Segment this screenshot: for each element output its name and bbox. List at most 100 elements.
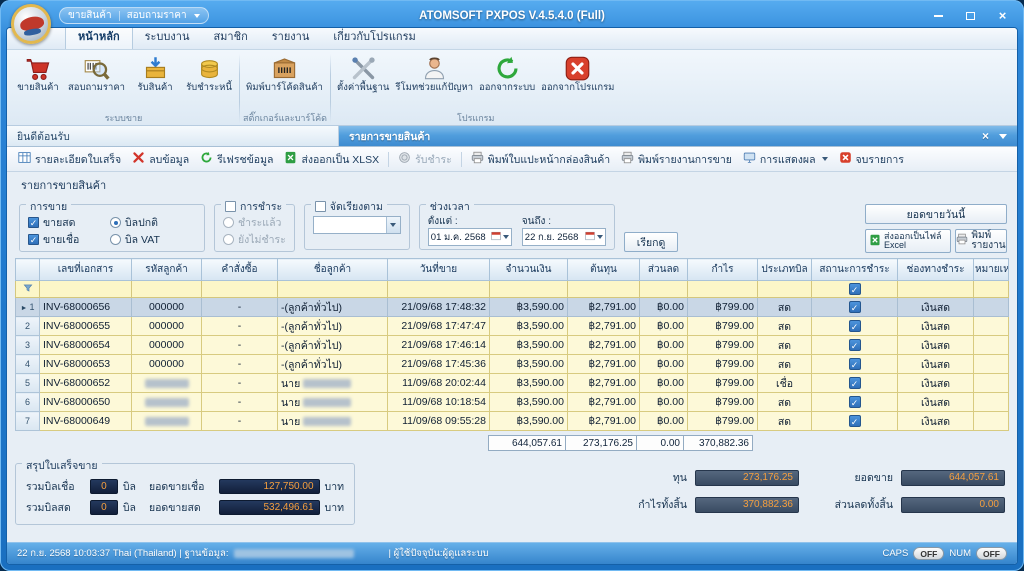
col-payment-channel[interactable]: ช่องทางชำระ [898,259,974,281]
table-row[interactable]: 5 INV-68000652 - นาย 11/09/68 20:02:44 ฿… [16,374,1009,393]
calendar-icon[interactable] [585,231,595,244]
quick-access-sell[interactable]: ขายสินค้า [68,8,112,23]
receive-payment-button[interactable]: รับชำระ [393,149,457,170]
tab-sales-list[interactable]: รายการขายสินค้า × [339,126,1017,146]
today-sales-button[interactable]: ยอดขายวันนี้ [865,204,1007,224]
paid-checkbox[interactable] [849,339,861,351]
tab-list-dropdown-icon[interactable] [999,134,1007,139]
row-indicator: 3 [16,336,40,355]
refresh-button[interactable]: รีเฟรชข้อมูล [195,149,278,170]
maximize-icon [966,12,975,20]
tab-close-icon[interactable]: × [976,129,995,143]
print-barcode-button[interactable]: พิมพ์บาร์โค้ดสินค้า [243,53,326,95]
print-box-label-button[interactable]: พิมพ์ใบแปะหน้ากล่องสินค้า [466,149,615,170]
auto-filter-row[interactable] [16,281,1009,298]
checkbox-icon [28,217,39,228]
col-payment-status[interactable]: สถานะการชำระ [812,259,898,281]
table-row[interactable]: 3 INV-68000654 000000 - -(ลูกค้าทั่วไป) … [16,336,1009,355]
chevron-down-icon[interactable] [597,235,603,239]
receive-debt-button[interactable]: รับชำระหนี้ [182,53,236,95]
col-customer-name[interactable]: ชื่อลูกค้า [278,259,388,281]
vat-bill-radio[interactable]: บิล VAT [110,231,196,248]
minimize-button[interactable] [924,8,953,24]
grid-toolbar: รายละเอียดใบเสร็จ ลบข้อมูล รีเฟรชข้อมูล … [7,147,1017,172]
to-date-input[interactable]: 22 ก.ย. 2568 [522,228,606,246]
quick-access-price-check[interactable]: สอบถามราคา [127,8,187,23]
remote-help-button[interactable]: รีโมทช่วยแก้ปัญหา [392,53,476,95]
tab-welcome[interactable]: ยินดีต้อนรับ [7,126,339,146]
col-customer-code[interactable]: รหัสลูกค้า [132,259,202,281]
payment-status-groupbox: การชำระ ชำระแล้ว ยังไม่ชำระ [214,204,295,252]
paid-checkbox[interactable] [849,377,861,389]
table-row[interactable]: 4 INV-68000653 000000 - -(ลูกค้าทั่วไป) … [16,355,1009,374]
paid-checkbox[interactable] [849,415,861,427]
paid-checkbox[interactable] [849,396,861,408]
profit-label: กำไรทั้งสิ้น [607,496,687,513]
paid-checkbox[interactable] [849,283,861,295]
print-sales-report-button[interactable]: พิมพ์รายงานการขาย [616,149,737,170]
col-profit[interactable]: กำไร [688,259,758,281]
toolbar-label: ส่งออกเป็น XLSX [301,151,379,168]
paid-radio[interactable]: ชำระแล้ว [223,214,286,231]
tab-home[interactable]: หน้าหลัก [65,28,133,49]
from-date-input[interactable]: 01 ม.ค. 2568 [428,228,512,246]
button-label: รับชำระหนี้ [186,83,232,93]
table-row[interactable]: 2 INV-68000655 000000 - -(ลูกค้าทั่วไป) … [16,317,1009,336]
sell-button[interactable]: ขายสินค้า [11,53,65,95]
tab-reports[interactable]: รายงาน [260,28,322,49]
payment-filter-checkbox[interactable] [225,201,236,212]
logout-button[interactable]: ออกจากระบบ [476,53,538,95]
receive-goods-button[interactable]: รับสินค้า [128,53,182,95]
credit-sale-checkbox[interactable]: ขายเชื่อ [28,231,110,248]
view-button[interactable]: เรียกดู [624,232,679,252]
paid-checkbox[interactable] [849,358,861,370]
grid-icon [18,151,31,167]
table-header-row: เลขที่เอกสาร รหัสลูกค้า คำสั่งซื้อ ชื่อล… [16,259,1009,281]
tab-system[interactable]: ระบบงาน [133,28,202,49]
col-bill-type[interactable]: ประเภทบิล [758,259,812,281]
cash-sale-checkbox[interactable]: ขายสด [28,214,110,231]
combo-dropdown[interactable] [386,217,400,233]
exit-button[interactable]: ออกจากโปรแกรม [538,53,617,95]
display-icon [743,151,756,167]
tab-about[interactable]: เกี่ยวกับโปรแกรม [321,28,427,49]
col-note[interactable]: หมายเหตุ [974,259,1009,281]
close-icon: × [999,9,1007,22]
normal-bill-radio[interactable]: บิลปกติ [110,214,196,231]
table-row[interactable]: 6 INV-68000650 - นาย 11/09/68 10:18:54 ฿… [16,393,1009,412]
calendar-icon[interactable] [491,231,501,244]
close-button[interactable]: × [988,8,1017,24]
chevron-down-icon[interactable] [503,235,509,239]
app-logo[interactable] [11,4,55,46]
display-options-button[interactable]: การแสดงผล [738,149,833,170]
print-report-button[interactable]: พิมพ์รายงาน [955,229,1007,253]
col-doc-no[interactable]: เลขที่เอกสาร [40,259,132,281]
chevron-down-icon[interactable] [194,14,200,18]
price-check-button[interactable]: สอบถามราคา [65,53,128,95]
sort-combobox[interactable] [313,216,401,234]
table-row[interactable]: 1 INV-68000656 000000 - -(ลูกค้าทั่วไป) … [16,298,1009,317]
delete-button[interactable]: ลบข้อมูล [127,149,194,170]
sort-checkbox[interactable] [315,201,326,212]
paid-checkbox[interactable] [849,320,861,332]
quick-access-toolbar[interactable]: ขายสินค้า สอบถามราคา [59,7,209,24]
col-amount[interactable]: จำนวนเงิน [490,259,568,281]
col-discount[interactable]: ส่วนลด [640,259,688,281]
tab-members[interactable]: สมาชิก [201,28,259,49]
col-cost[interactable]: ต้นทุน [568,259,640,281]
export-xlsx-button[interactable]: ส่งออกเป็น XLSX [279,149,384,170]
caps-indicator: OFF [913,547,944,560]
paid-checkbox[interactable] [849,301,861,313]
unpaid-radio[interactable]: ยังไม่ชำระ [223,231,286,248]
settings-button[interactable]: ตั้งค่าพื้นฐาน [334,53,392,95]
table-row[interactable]: 7 INV-68000649 - นาย 11/09/68 09:55:28 ฿… [16,412,1009,431]
end-list-button[interactable]: จบรายการ [834,149,909,170]
baht-unit-label: บาท [325,478,344,495]
receipt-detail-button[interactable]: รายละเอียดใบเสร็จ [13,149,126,170]
col-sale-date[interactable]: วันที่ขาย [388,259,490,281]
date-value: 01 ม.ค. 2568 [431,230,486,245]
export-excel-button[interactable]: ส่งออกเป็นไฟล์ Excel [865,229,951,253]
maximize-button[interactable] [956,8,985,24]
app-body: หน้าหลัก ระบบงาน สมาชิก รายงาน เกี่ยวกับ… [7,28,1017,564]
col-order[interactable]: คำสั่งซื้อ [202,259,278,281]
